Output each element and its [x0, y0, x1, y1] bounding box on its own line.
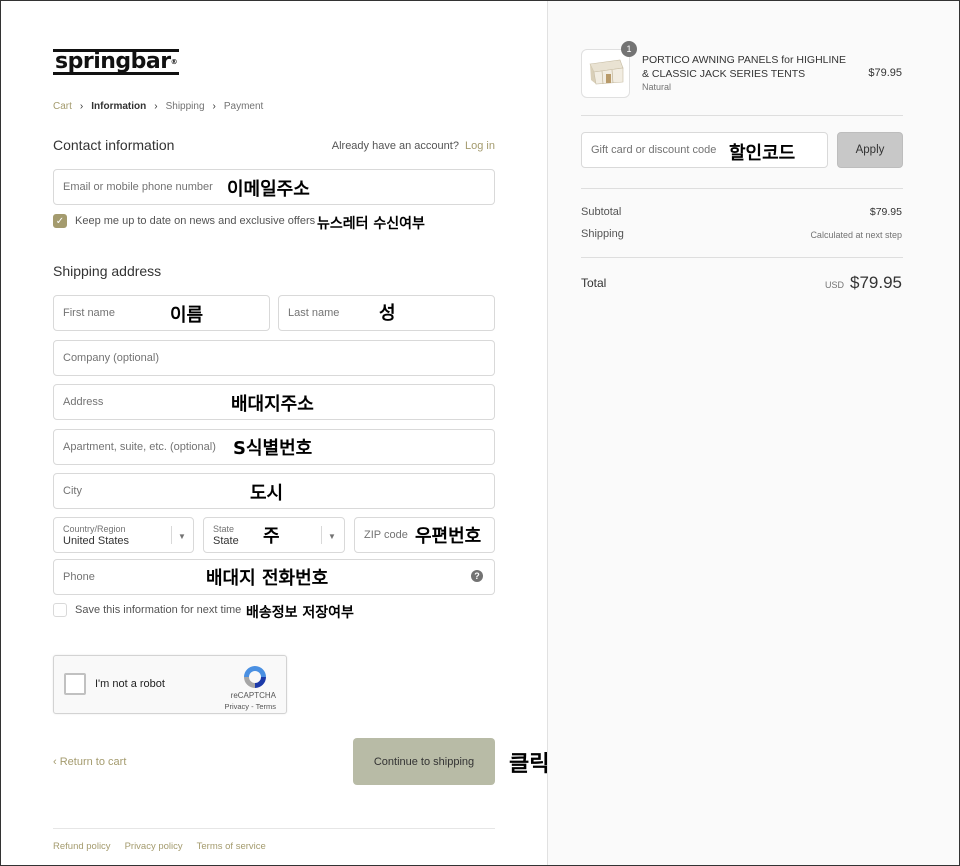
city-annotation: 도시 — [250, 483, 284, 504]
state-value: State — [213, 534, 239, 547]
select-divider — [171, 526, 172, 544]
subtotal-label: Subtotal — [581, 206, 622, 218]
chevron-right-icon: › — [79, 101, 84, 112]
first-name-placeholder: First name — [63, 307, 115, 319]
account-prompt-text: Already have an account? — [331, 140, 459, 152]
shipping-value: Calculated at next step — [810, 230, 902, 240]
state-annotation: 주 — [263, 526, 280, 547]
product-price: $79.95 — [868, 67, 902, 79]
springbar-logo[interactable]: springbar® — [53, 49, 180, 75]
save-info-checkbox[interactable] — [53, 603, 67, 617]
check-icon: ✓ — [55, 216, 65, 227]
footer-divider — [53, 828, 495, 829]
continue-to-shipping-button[interactable]: Continue to shipping — [353, 738, 495, 785]
last-name-placeholder: Last name — [288, 307, 340, 319]
terms-of-service-link[interactable]: Terms of service — [197, 841, 266, 852]
chevron-left-icon: ‹ — [53, 756, 57, 768]
return-to-cart-link[interactable]: ‹ Return to cart — [53, 756, 126, 768]
checkout-main: springbar® Cart › Information › Shipping… — [1, 1, 550, 865]
save-info-label: Save this information for next time — [75, 604, 242, 616]
country-label: Country/Region — [63, 523, 126, 534]
order-summary: 1 PORTICO AWNING PANELS for HIGHLINE & C… — [547, 1, 959, 865]
login-link[interactable]: Log in — [465, 140, 495, 152]
recaptcha-brand: reCAPTCHA — [230, 691, 276, 700]
select-divider — [321, 526, 322, 544]
refund-policy-link[interactable]: Refund policy — [53, 841, 111, 852]
chevron-right-icon: › — [212, 101, 216, 112]
contact-title: Contact information — [53, 137, 175, 153]
subtotal-value: $79.95 — [869, 206, 902, 218]
privacy-policy-link[interactable]: Privacy policy — [125, 841, 183, 852]
company-field[interactable]: Company (optional) — [53, 340, 495, 376]
product-variant: Natural — [642, 82, 672, 92]
breadcrumb-information: Information — [91, 101, 147, 112]
apply-button[interactable]: Apply — [837, 132, 903, 168]
zip-annotation: 우편번호 — [415, 526, 482, 547]
summary-divider — [581, 188, 903, 189]
checkout-window: springbar® Cart › Information › Shipping… — [0, 0, 960, 866]
shipping-label: Shipping — [581, 228, 624, 240]
phone-annotation: 배대지 전화번호 — [206, 568, 329, 589]
discount-code-placeholder: Gift card or discount code — [591, 144, 717, 156]
product-name: PORTICO AWNING PANELS for HIGHLINE & CLA… — [642, 54, 847, 80]
first-name-annotation: 이름 — [170, 305, 204, 326]
total-label: Total — [581, 276, 607, 290]
city-placeholder: City — [63, 485, 82, 497]
save-info-annotation: 배송정보 저장여부 — [246, 605, 354, 621]
address-annotation: 배대지주소 — [231, 394, 314, 415]
recaptcha-terms[interactable]: Privacy - Terms — [224, 702, 276, 711]
account-prompt: Already have an account? Log in — [332, 140, 495, 152]
continue-annotation: 클릭 — [509, 752, 550, 777]
breadcrumb-cart[interactable]: Cart — [53, 101, 72, 112]
newsletter-label: Keep me up to date on news and exclusive… — [75, 215, 316, 227]
chevron-right-icon: › — [154, 101, 158, 112]
apartment-placeholder: Apartment, suite, etc. (optional) — [63, 441, 216, 453]
discount-annotation: 할인코드 — [729, 143, 796, 164]
chevron-down-icon: ▼ — [178, 532, 186, 541]
shipping-title: Shipping address — [53, 263, 162, 279]
total-currency: USD — [824, 280, 844, 290]
summary-divider — [581, 257, 903, 258]
newsletter-annotation: 뉴스레터 수신여부 — [317, 216, 425, 232]
country-select[interactable]: Country/Region United States ▼ — [53, 517, 194, 553]
breadcrumb: Cart › Information › Shipping › Payment — [53, 101, 263, 112]
help-icon[interactable]: ? — [471, 570, 483, 582]
company-placeholder: Company (optional) — [63, 352, 159, 364]
summary-divider — [581, 115, 903, 116]
chevron-down-icon: ▼ — [328, 532, 336, 541]
tent-image-icon — [589, 59, 624, 85]
country-value: United States — [63, 534, 130, 547]
address-placeholder: Address — [63, 396, 104, 408]
first-name-field[interactable]: First name — [53, 295, 270, 331]
logo-text: springbar — [55, 49, 171, 74]
zip-placeholder: ZIP code — [364, 529, 408, 541]
quantity-badge: 1 — [621, 41, 637, 57]
return-to-cart-label: Return to cart — [59, 756, 127, 768]
product-thumbnail — [581, 49, 630, 98]
apartment-annotation: S식별번호 — [233, 438, 313, 459]
recaptcha-logo-icon — [244, 666, 266, 688]
email-annotation: 이메일주소 — [227, 179, 310, 200]
last-name-annotation: 성 — [379, 303, 396, 324]
breadcrumb-payment: Payment — [223, 101, 264, 112]
recaptcha-widget: I'm not a robot reCAPTCHA Privacy - Term… — [53, 655, 287, 714]
recaptcha-checkbox[interactable] — [64, 673, 86, 695]
phone-placeholder: Phone — [63, 571, 95, 583]
state-label: State — [213, 523, 235, 534]
newsletter-checkbox[interactable]: ✓ — [53, 214, 67, 228]
recaptcha-label: I'm not a robot — [95, 678, 165, 690]
footer-links: Refund policy Privacy policy Terms of se… — [53, 841, 266, 852]
total-value: $79.95 — [850, 273, 902, 292]
registered-mark: ® — [170, 58, 178, 66]
breadcrumb-shipping: Shipping — [165, 101, 205, 112]
email-placeholder: Email or mobile phone number — [63, 181, 213, 193]
